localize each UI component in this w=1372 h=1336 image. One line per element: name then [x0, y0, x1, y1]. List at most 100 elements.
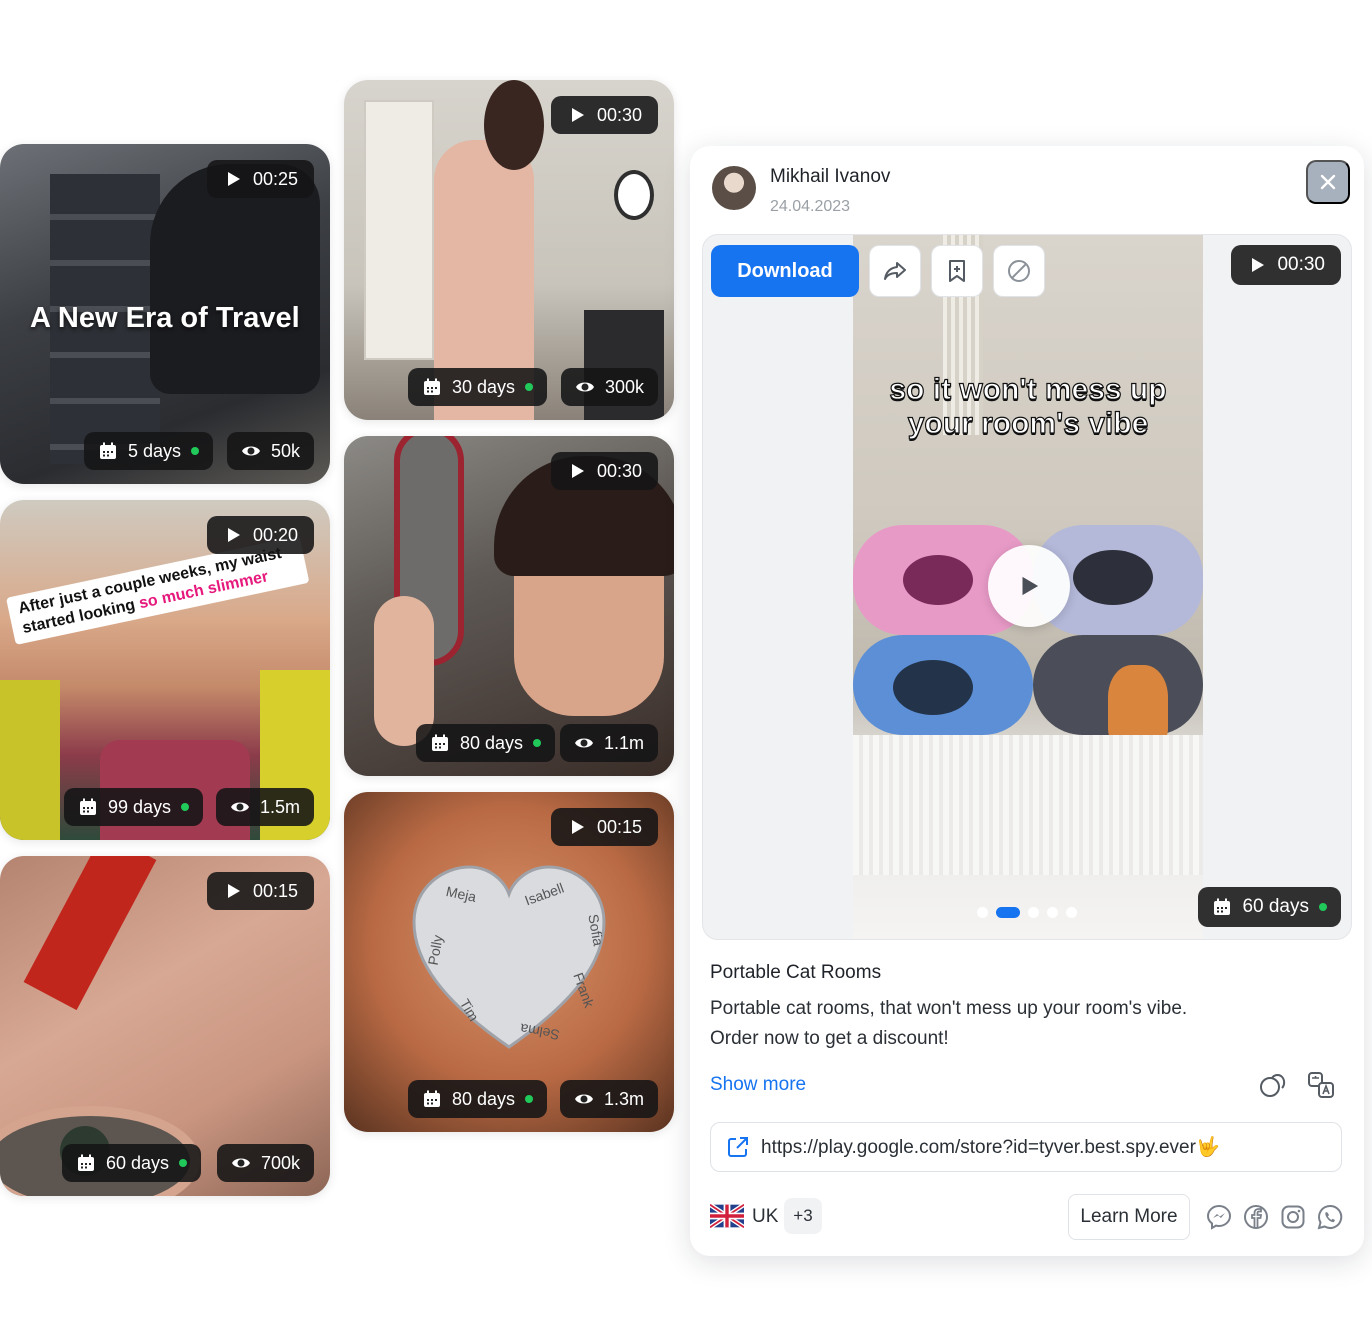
translate-icon[interactable]	[1306, 1070, 1336, 1100]
active-status-dot	[533, 739, 542, 747]
instagram-icon[interactable]	[1280, 1204, 1306, 1230]
external-link-icon[interactable]	[725, 1134, 751, 1160]
video-card[interactable]: 00:15 60 days 700k	[0, 856, 330, 1196]
views-label: 50k	[270, 440, 300, 461]
landing-url-field[interactable]: https://play.google.com/store?id=tyver.b…	[710, 1122, 1342, 1172]
duration-label: 00:15	[252, 880, 298, 901]
views-badge: 1.3m	[559, 1080, 658, 1118]
carousel-dot[interactable]	[1066, 907, 1077, 918]
days-label: 30 days	[452, 376, 516, 397]
country-label: UK	[752, 1206, 779, 1227]
days-badge: 60 days	[62, 1144, 202, 1182]
duration-badge: 00:30	[1231, 245, 1341, 285]
views-label: 1.3m	[603, 1088, 644, 1109]
calendar-icon	[432, 734, 448, 751]
play-icon	[571, 464, 584, 478]
views-label: 1.1m	[603, 732, 644, 753]
duration-label: 00:30	[1277, 254, 1325, 275]
carousel-dot[interactable]	[1028, 907, 1039, 918]
more-countries-badge[interactable]: +3	[784, 1198, 822, 1234]
landing-url[interactable]: https://play.google.com/store?id=tyver.b…	[761, 1135, 1220, 1159]
publish-date: 24.04.2023	[770, 198, 851, 215]
active-status-dot	[181, 803, 190, 811]
author-name[interactable]: Mikhail Ivanov	[770, 166, 890, 188]
days-label: 60 days	[1242, 896, 1309, 917]
days-label: 60 days	[106, 1152, 170, 1173]
duration-label: 00:15	[596, 816, 642, 837]
carousel-dot-active[interactable]	[996, 907, 1020, 918]
calendar-icon	[424, 378, 440, 395]
duration-badge: 00:15	[206, 872, 314, 910]
calendar-icon	[1214, 898, 1231, 915]
play-icon	[1252, 258, 1265, 272]
download-button[interactable]: Download	[711, 245, 859, 297]
days-badge: 80 days	[408, 1080, 548, 1118]
video-overlay-title: A New Era of Travel	[30, 302, 300, 334]
ad-details-panel: Mikhail Ivanov 24.04.2023 so it won't me…	[690, 146, 1364, 1256]
active-status-dot	[525, 383, 534, 391]
learn-more-button[interactable]: Learn More	[1068, 1194, 1190, 1240]
play-icon	[1022, 576, 1039, 596]
eye-icon	[241, 446, 260, 456]
active-status-dot	[179, 1159, 188, 1167]
days-badge: 60 days	[1198, 887, 1341, 927]
duration-label: 00:30	[596, 460, 642, 481]
close-icon	[1320, 174, 1336, 190]
duration-label: 00:30	[596, 104, 642, 125]
eye-icon	[574, 1094, 593, 1104]
messenger-icon[interactable]	[1206, 1204, 1232, 1230]
calendar-icon	[80, 798, 96, 815]
ad-title: Portable Cat Rooms	[710, 962, 882, 983]
duration-badge: 00:20	[206, 516, 314, 554]
active-status-dot	[191, 447, 200, 455]
video-preview[interactable]: so it won't mess up your room's vibe Dow…	[702, 234, 1352, 940]
active-status-dot	[525, 1095, 534, 1103]
video-card[interactable]: A New Era of Travel 00:25 5 days 50k	[0, 144, 330, 484]
views-badge: 700k	[216, 1144, 314, 1182]
carousel-dot[interactable]	[977, 907, 988, 918]
views-badge: 1.5m	[215, 788, 314, 826]
carousel-dots[interactable]	[977, 907, 1077, 918]
play-icon	[227, 528, 240, 542]
days-badge: 30 days	[408, 368, 548, 406]
play-button[interactable]	[988, 545, 1070, 627]
ad-description: Portable cat rooms, that won't mess up y…	[710, 998, 1188, 1049]
block-icon	[1008, 260, 1030, 282]
eye-icon	[231, 1158, 250, 1168]
views-badge: 300k	[560, 368, 658, 406]
video-card[interactable]: 00:30 30 days 300k	[344, 80, 674, 420]
play-icon	[571, 820, 584, 834]
duration-label: 00:25	[252, 168, 298, 189]
carousel-dot[interactable]	[1047, 907, 1058, 918]
play-icon	[227, 884, 240, 898]
views-badge: 50k	[226, 432, 314, 470]
uk-flag-icon	[710, 1204, 744, 1228]
views-label: 1.5m	[259, 796, 300, 817]
active-status-dot	[1319, 903, 1327, 911]
video-frame[interactable]: so it won't mess up your room's vibe	[853, 235, 1203, 939]
show-more-link[interactable]: Show more	[710, 1074, 806, 1096]
share-icon	[884, 262, 906, 280]
bookmark-button[interactable]	[931, 245, 983, 297]
whatsapp-icon[interactable]	[1317, 1204, 1343, 1230]
duration-badge: 00:30	[550, 452, 658, 490]
video-card[interactable]: Meja Isabell Polly Sofia Tim Frank Selma…	[344, 792, 674, 1132]
video-card[interactable]: 00:30 80 days 1.1m	[344, 436, 674, 776]
duration-label: 00:20	[252, 524, 298, 545]
days-label: 80 days	[452, 1088, 516, 1109]
share-button[interactable]	[869, 245, 921, 297]
views-label: 300k	[604, 376, 644, 397]
copy-icon[interactable]	[1258, 1070, 1288, 1100]
duration-badge: 00:15	[550, 808, 658, 846]
calendar-icon	[100, 442, 116, 459]
close-button[interactable]	[1306, 160, 1350, 204]
play-icon	[571, 108, 584, 122]
duration-badge: 00:25	[206, 160, 314, 198]
facebook-icon[interactable]	[1243, 1204, 1269, 1230]
calendar-icon	[78, 1154, 94, 1171]
video-card[interactable]: After just a couple weeks, my waist star…	[0, 500, 330, 840]
avatar[interactable]	[712, 166, 756, 210]
eye-icon	[230, 802, 249, 812]
days-badge: 5 days	[84, 432, 214, 470]
block-button[interactable]	[993, 245, 1045, 297]
